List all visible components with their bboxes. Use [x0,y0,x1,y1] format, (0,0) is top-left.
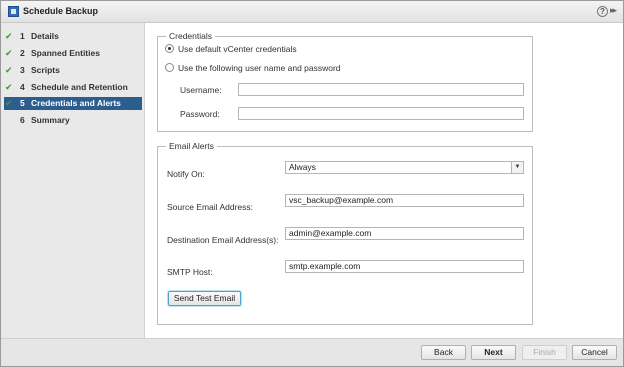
step-label: Schedule and Retention [31,82,128,92]
destination-email-label: Destination Email Address(s): [167,235,279,245]
title-bar: Schedule Backup ? ▸▸ [1,1,623,23]
step-number: 2 [20,48,25,58]
notify-on-select[interactable]: Always ▼ [285,161,524,174]
step-credentials-and-alerts[interactable]: ✔ 5 Credentials and Alerts [4,97,142,110]
wizard-steps-sidebar: ✔ 1 Details ✔ 2 Spanned Entities ✔ 3 Scr… [1,23,145,338]
window-title: Schedule Backup [23,6,99,16]
smtp-host-label: SMTP Host: [167,267,213,277]
check-icon: ✔ [5,65,13,75]
password-label: Password: [180,109,220,119]
credentials-legend: Credentials [166,31,215,42]
step-schedule-and-retention[interactable]: ✔ 4 Schedule and Retention [4,81,142,94]
cancel-button[interactable]: Cancel [572,345,617,360]
source-email-input[interactable]: vsc_backup@example.com [285,194,524,207]
step-summary[interactable]: 6 Summary [4,114,142,127]
dropdown-arrow-icon[interactable]: ▼ [511,162,523,173]
step-label: Spanned Entities [31,48,100,58]
default-credentials-radio[interactable] [165,44,174,53]
password-input[interactable] [238,107,524,120]
username-input[interactable] [238,83,524,96]
app-icon [8,6,19,17]
email-alerts-section: Email Alerts Notify On: Always ▼ Source … [157,141,533,325]
custom-credentials-label: Use the following user name and password [178,63,341,73]
check-icon: ✔ [5,98,13,108]
schedule-backup-dialog: Schedule Backup ? ▸▸ ✔ 1 Details ✔ 2 Spa… [0,0,624,367]
expand-icon[interactable]: ▸▸ [610,5,617,16]
step-number: 5 [20,98,25,108]
step-label: Credentials and Alerts [31,98,121,108]
step-details[interactable]: ✔ 1 Details [4,30,142,43]
step-label: Summary [31,115,70,125]
check-icon: ✔ [5,48,13,58]
notify-on-value: Always [289,162,316,172]
next-button[interactable]: Next [471,345,516,360]
check-icon: ✔ [5,31,13,41]
dialog-footer: Back Next Finish Cancel [1,338,623,366]
send-test-email-button[interactable]: Send Test Email [168,291,241,306]
step-number: 6 [20,115,25,125]
finish-button[interactable]: Finish [522,345,567,360]
credentials-section: Credentials Use default vCenter credenti… [157,31,533,132]
email-alerts-legend: Email Alerts [166,141,217,152]
default-credentials-label: Use default vCenter credentials [178,44,297,54]
check-icon: ✔ [5,82,13,92]
back-button[interactable]: Back [421,345,466,360]
destination-email-input[interactable]: admin@example.com [285,227,524,240]
username-label: Username: [180,85,222,95]
help-icon[interactable]: ? [597,6,608,17]
notify-on-label: Notify On: [167,169,205,179]
smtp-host-input[interactable]: smtp.example.com [285,260,524,273]
step-scripts[interactable]: ✔ 3 Scripts [4,64,142,77]
source-email-label: Source Email Address: [167,202,253,212]
step-number: 4 [20,82,25,92]
step-label: Scripts [31,65,60,75]
step-number: 3 [20,65,25,75]
step-spanned-entities[interactable]: ✔ 2 Spanned Entities [4,47,142,60]
step-label: Details [31,31,59,41]
step-number: 1 [20,31,25,41]
custom-credentials-radio[interactable] [165,63,174,72]
